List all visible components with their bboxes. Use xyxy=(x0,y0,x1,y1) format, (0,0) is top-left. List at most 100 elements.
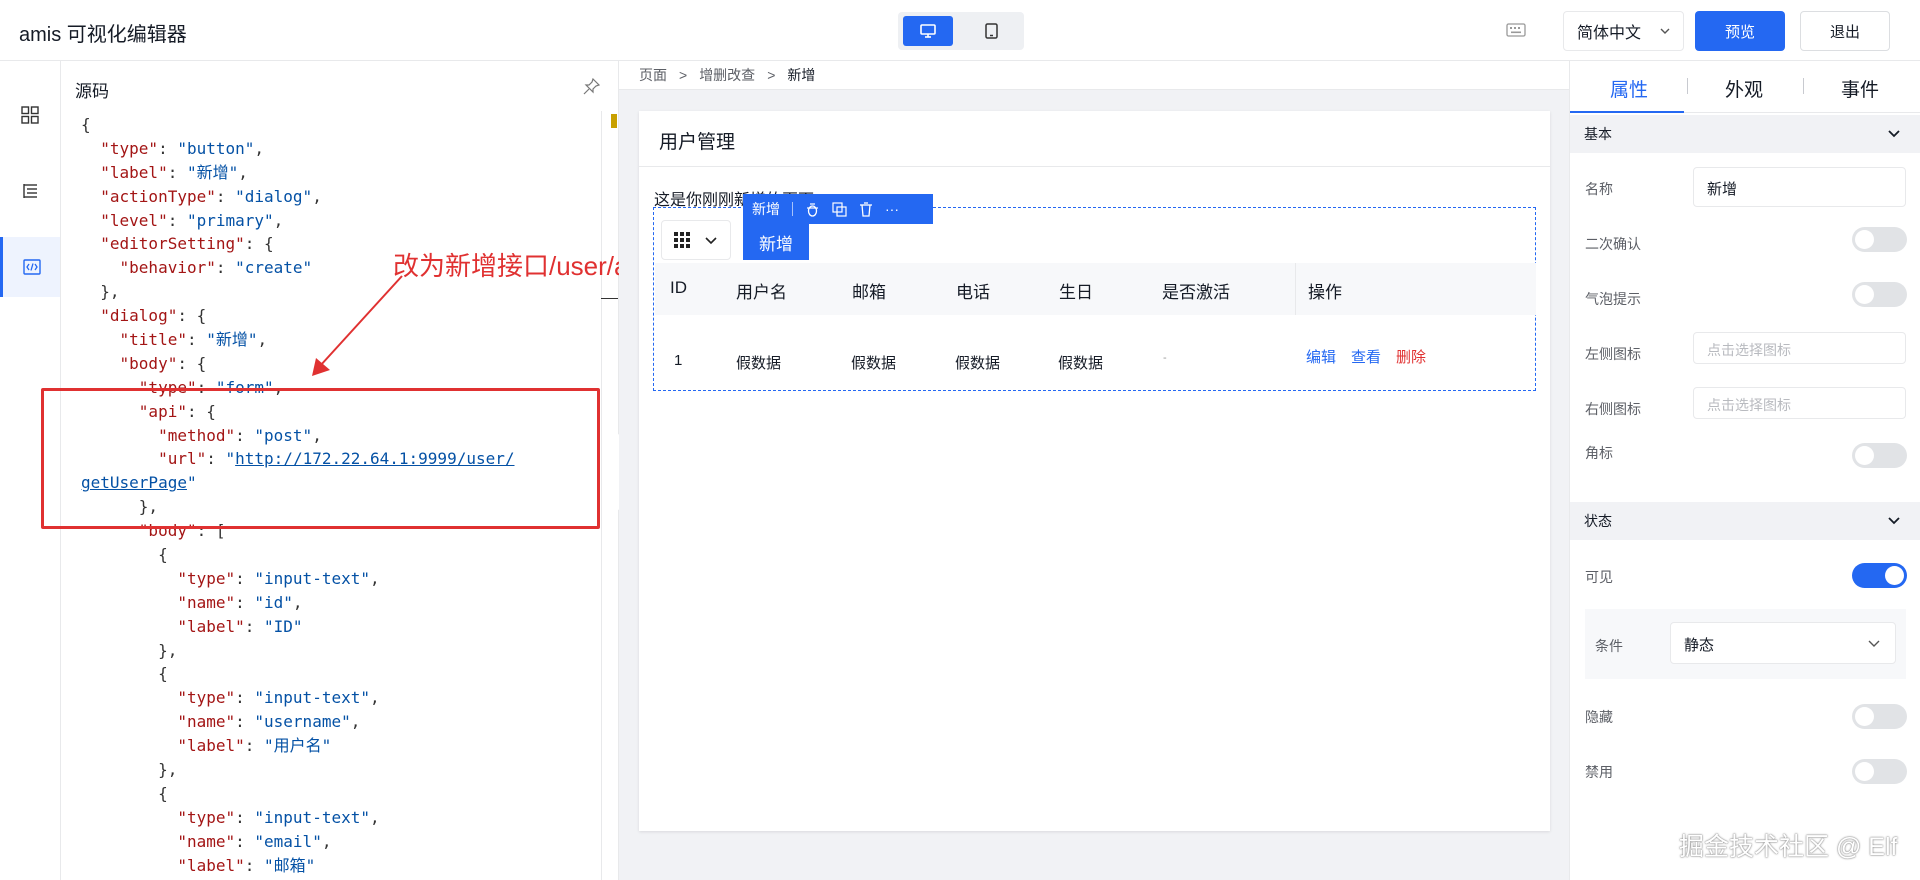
table-cell: 假数据 xyxy=(851,355,897,372)
chevron-down-icon xyxy=(1888,517,1900,525)
column-toggle-button[interactable] xyxy=(661,220,731,260)
condition-select[interactable]: 静态 xyxy=(1670,622,1896,664)
code-token: "title" xyxy=(119,330,187,350)
code-token: "body" xyxy=(119,353,178,373)
view-link[interactable]: 查看 xyxy=(1351,346,1381,367)
breadcrumb-item[interactable]: 页面 xyxy=(639,65,667,85)
code-token: "type" xyxy=(177,688,236,708)
field-label: 禁用 xyxy=(1585,764,1613,780)
breadcrumb-item[interactable]: 增删改查 xyxy=(699,65,755,85)
tooltip-toggle[interactable] xyxy=(1852,282,1907,307)
visible-toggle[interactable] xyxy=(1852,563,1907,588)
column-header: 操作 xyxy=(1308,283,1342,302)
rail-item-outline[interactable] xyxy=(0,161,60,221)
table-cell: - xyxy=(1163,352,1167,364)
column-header: ID xyxy=(670,278,687,297)
code-token: "input-text" xyxy=(254,688,370,708)
field-label: 左侧图标 xyxy=(1585,346,1641,362)
breadcrumb-separator: > xyxy=(679,67,688,83)
trash-icon[interactable] xyxy=(859,201,873,217)
keyboard-icon[interactable] xyxy=(1506,22,1526,38)
tab-divider xyxy=(1803,78,1804,94)
tab-appearance[interactable]: 外观 xyxy=(1725,75,1763,102)
code-token: "username" xyxy=(254,712,351,732)
code-line: "body": { xyxy=(81,352,515,376)
property-tabs: 属性 外观 事件 xyxy=(1570,61,1920,113)
section-state-header[interactable]: 状态 xyxy=(1570,502,1920,540)
code-line: "name": "id", xyxy=(81,591,515,615)
copy-icon[interactable] xyxy=(832,201,847,217)
code-token: , xyxy=(350,712,361,732)
breadcrumb-separator: > xyxy=(767,67,776,83)
column-header: 生日 xyxy=(1059,283,1093,302)
language-select[interactable]: 简体中文 xyxy=(1563,11,1684,51)
code-token: "name" xyxy=(177,831,236,851)
chevron-down-icon xyxy=(705,237,717,245)
rail-item-components[interactable] xyxy=(0,85,60,145)
code-token: }, xyxy=(81,640,178,660)
code-token: "label" xyxy=(177,855,245,875)
tablet-preview-button[interactable] xyxy=(966,16,1016,46)
code-token: : xyxy=(186,330,207,350)
table-header: ID 用户名 邮箱 电话 生日 是否激活 操作 xyxy=(655,263,1536,315)
rail-item-code[interactable] xyxy=(0,237,60,297)
code-token: : xyxy=(235,831,255,851)
confirm-toggle[interactable] xyxy=(1852,227,1907,252)
component-toolbar: 新增 ··· xyxy=(743,194,933,224)
desktop-preview-button[interactable] xyxy=(903,16,953,46)
code-token: , xyxy=(369,807,380,827)
code-token: }, xyxy=(81,760,178,780)
column-header: 是否激活 xyxy=(1162,283,1230,302)
tab-properties[interactable]: 属性 xyxy=(1610,75,1648,102)
section-basic-header[interactable]: 基本 xyxy=(1570,115,1920,153)
field-label: 名称 xyxy=(1585,181,1613,197)
code-line: "label": "邮箱" xyxy=(81,854,515,878)
tab-events[interactable]: 事件 xyxy=(1841,75,1879,102)
code-token: , xyxy=(369,688,380,708)
code-token: "input-text" xyxy=(254,568,370,588)
breadcrumb: 页面 > 增删改查 > 新增 xyxy=(619,61,1569,90)
code-token: "level" xyxy=(100,210,168,230)
editor-scrollbar[interactable] xyxy=(601,111,602,880)
code-line: "name": "email", xyxy=(81,830,515,854)
code-token: , xyxy=(312,186,322,206)
page-title[interactable]: 用户管理 xyxy=(639,111,1550,167)
code-token: "邮箱" xyxy=(264,855,316,875)
delete-link[interactable]: 删除 xyxy=(1396,346,1426,367)
code-line: { xyxy=(81,113,515,137)
name-input[interactable]: 新增 xyxy=(1693,167,1906,207)
grid-icon xyxy=(674,232,690,248)
outline-tree-icon xyxy=(23,184,37,198)
disabled-toggle[interactable] xyxy=(1852,759,1907,784)
code-token: { xyxy=(81,545,168,565)
column-header: 用户名 xyxy=(736,283,787,302)
exit-button[interactable]: 退出 xyxy=(1800,11,1890,51)
code-line: }, xyxy=(81,639,515,663)
right-icon-picker[interactable]: 点击选择图标 xyxy=(1693,387,1906,419)
edit-link[interactable]: 编辑 xyxy=(1306,346,1336,367)
code-line: "label": "新增", xyxy=(81,161,515,185)
code-line: "dialog": { xyxy=(81,304,515,328)
condition-value: 静态 xyxy=(1684,637,1715,654)
table-cell: 假数据 xyxy=(1058,355,1104,372)
badge-toggle[interactable] xyxy=(1852,443,1907,468)
code-token: , xyxy=(321,831,332,851)
scroll-marker xyxy=(611,114,617,128)
left-icon-picker[interactable]: 点击选择图标 xyxy=(1693,332,1906,364)
hidden-toggle[interactable] xyxy=(1852,704,1907,729)
pin-icon[interactable] xyxy=(583,78,600,95)
code-line: "actionType": "dialog", xyxy=(81,185,515,209)
code-token: "behavior" xyxy=(119,258,216,278)
bug-icon[interactable] xyxy=(805,202,820,217)
field-label: 可见 xyxy=(1585,569,1613,585)
component-grid-icon xyxy=(21,106,39,124)
code-token: "name" xyxy=(177,712,236,732)
more-icon[interactable]: ··· xyxy=(885,201,899,217)
code-token: : xyxy=(244,855,265,875)
code-line: "level": "primary", xyxy=(81,209,515,233)
add-button[interactable]: 新增 xyxy=(743,224,809,260)
preview-button[interactable]: 预览 xyxy=(1695,11,1785,51)
table-cell: 1 xyxy=(674,352,683,369)
